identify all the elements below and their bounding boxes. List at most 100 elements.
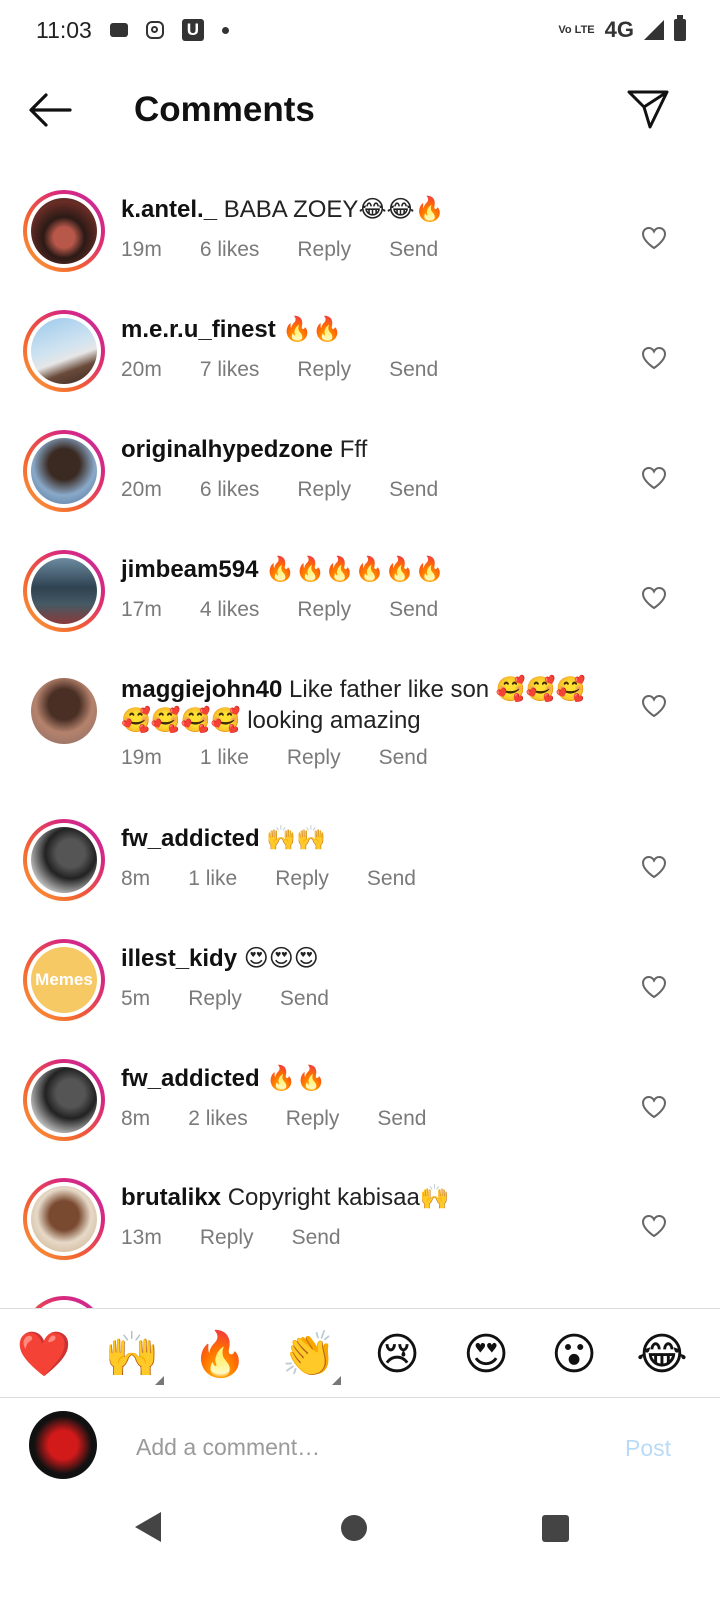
signal-icon [644,20,664,40]
system-navbar [0,1498,720,1600]
nav-back-icon[interactable] [135,1512,161,1542]
battery-icon [674,15,686,41]
comment-likes[interactable]: 1 like [188,867,237,891]
skin-tone-indicator [155,1376,164,1385]
reply-button[interactable]: Reply [297,238,351,262]
comment-username[interactable]: m.e.r.u_finest [121,316,276,343]
like-button[interactable] [641,466,667,490]
avatar-image [31,678,97,744]
reply-button[interactable]: Reply [287,746,341,770]
share-button[interactable] [624,86,672,134]
comment-username[interactable]: illest_kidy [121,945,237,972]
avatar[interactable]: Memes [23,939,105,1021]
comment-username[interactable]: fw_addicted [121,825,260,852]
comment-meta: 19m 6 likes Reply Send [121,238,476,262]
avatar[interactable] [23,670,105,752]
comment-likes[interactable]: 7 likes [200,358,260,382]
comment-time: 17m [121,598,162,621]
like-button[interactable] [641,855,667,879]
comment-body: m.e.r.u_finest 🔥🔥 [121,314,611,345]
comment-time: 20m [121,358,162,381]
comment-likes[interactable]: 4 likes [200,598,260,622]
status-bar: 11:03 U Vo LTE 4G [0,0,720,60]
avatar[interactable] [23,819,105,901]
like-button[interactable] [641,1095,667,1119]
comment-body: illest_kidy 😍😍😍 [121,943,611,974]
send-button[interactable]: Send [389,238,438,262]
avatar[interactable] [23,430,105,512]
send-button[interactable]: Send [389,358,438,382]
send-button[interactable]: Send [379,746,428,770]
reply-button[interactable]: Reply [297,478,351,502]
comment-text: 🔥🔥 [266,1065,327,1092]
comment-username[interactable]: fw_addicted [121,1065,260,1092]
comment-meta: 5m Reply Send [121,987,367,1011]
comment-username[interactable]: originalhypedzone [121,436,333,463]
like-button[interactable] [641,226,667,250]
comment-likes[interactable]: 6 likes [200,238,260,262]
emoji-crying-button[interactable]: 😢 [369,1327,425,1383]
comment-text: 🔥🔥 [282,316,343,343]
comment-likes[interactable]: 2 likes [188,1107,248,1131]
avatar[interactable] [23,190,105,272]
comment-username[interactable]: k.antel._ [121,196,217,223]
comment-body: originalhypedzone Fff [121,434,611,465]
page-title: Comments [134,90,315,129]
arrow-left-icon [29,93,72,127]
reply-button[interactable]: Reply [297,598,351,622]
avatar-image: Memes [31,947,97,1013]
emoji-clap-button[interactable]: 👏 [281,1327,341,1385]
emoji-raised-hands-button[interactable]: 🙌 [104,1327,164,1385]
emoji-surprised-button[interactable]: 😮 [546,1327,602,1383]
reply-button[interactable]: Reply [200,1226,254,1250]
reply-button[interactable]: Reply [286,1107,340,1131]
send-button[interactable]: Send [389,478,438,502]
avatar[interactable] [23,1178,105,1260]
emoji-heart-button[interactable]: ❤️ [16,1327,72,1383]
avatar[interactable] [23,550,105,632]
avatar[interactable] [23,1059,105,1141]
send-button[interactable]: Send [377,1107,426,1131]
comment-meta: 20m 6 likes Reply Send [121,478,476,502]
post-button[interactable]: Post [625,1435,671,1462]
avatar[interactable] [23,1296,105,1308]
comment-likes[interactable]: 1 like [200,746,249,770]
comment-username[interactable]: maggiejohn40 [121,676,282,703]
comment-body: brutalikx Copyright kabisaa🙌 [121,1182,611,1213]
avatar[interactable] [23,310,105,392]
like-button[interactable] [641,1214,667,1238]
heart-icon [641,346,667,370]
back-button[interactable] [26,88,74,132]
like-button[interactable] [641,586,667,610]
emoji-fire-button[interactable]: 🔥 [192,1327,248,1383]
status-left: 11:03 U [36,17,229,44]
heart-icon [641,694,667,718]
send-button[interactable]: Send [280,987,329,1011]
send-button[interactable]: Send [367,867,416,891]
emoji-heart-eyes-button[interactable]: 😍 [458,1327,514,1383]
reply-button[interactable]: Reply [188,987,242,1011]
send-button[interactable]: Send [389,598,438,622]
comment-username[interactable]: brutalikx [121,1184,221,1211]
comment-body: k.antel._ BABA ZOEY😂😂🔥 [121,194,611,225]
reply-button[interactable]: Reply [275,867,329,891]
avatar-image [31,827,97,893]
emoji-laughing-button[interactable]: 😂 [634,1327,690,1383]
like-button[interactable] [641,694,667,718]
avatar-image [31,438,97,504]
comment-username[interactable]: jimbeam594 [121,556,258,583]
comment-input[interactable] [134,1426,598,1468]
dot-icon [221,26,229,34]
nav-home-icon[interactable] [341,1515,367,1541]
header: Comments [0,60,720,160]
comment-text: Fff [339,436,368,463]
clap-icon: 👏 [281,1330,337,1379]
comment-text: Copyright kabisaa🙌 [227,1184,450,1211]
send-button[interactable]: Send [292,1226,341,1250]
like-button[interactable] [641,975,667,999]
comment-body: fw_addicted 🙌🙌 [121,823,611,854]
comment-likes[interactable]: 6 likes [200,478,260,502]
nav-recents-icon[interactable] [542,1515,569,1542]
reply-button[interactable]: Reply [297,358,351,382]
like-button[interactable] [641,346,667,370]
